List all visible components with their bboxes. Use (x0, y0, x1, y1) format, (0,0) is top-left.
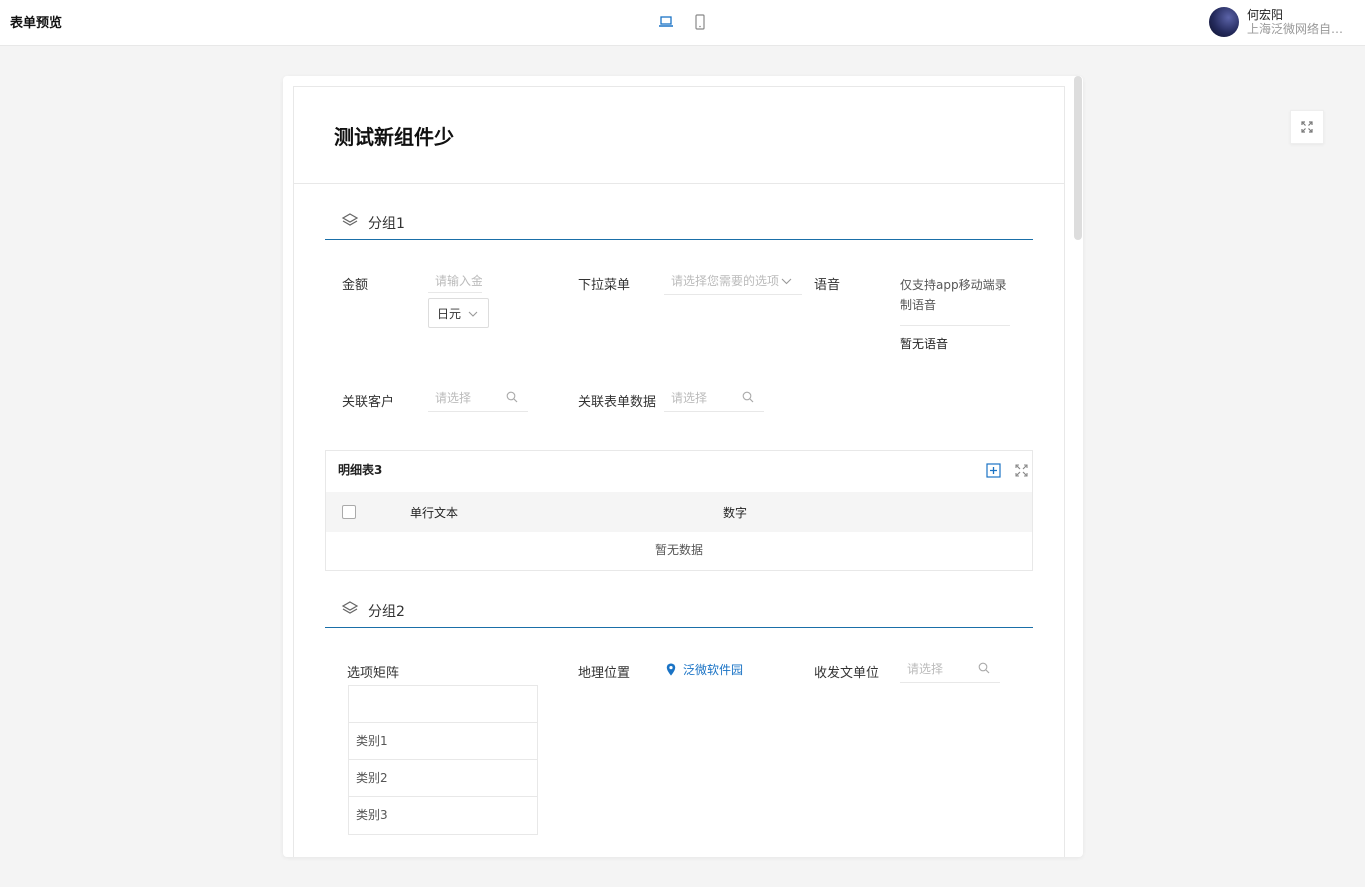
form-card: 测试新组件少 分组1 金额 请输入金额 日元 下拉菜单 请选择您需要的选项 (283, 76, 1083, 857)
matrix-row: 类别3 (356, 808, 388, 822)
amount-input[interactable]: 请输入金额 (428, 269, 482, 293)
units-placeholder: 请选择 (907, 662, 944, 676)
laptop-icon (659, 16, 673, 27)
user-name: 何宏阳 (1247, 8, 1284, 22)
detail-table-empty: 暂无数据 (654, 543, 703, 557)
column-header-number: 数字 (723, 506, 748, 520)
amount-placeholder: 请输入金额 (435, 274, 482, 288)
detail-table: 明细表3 单行文本 数字 暂无数据 (325, 450, 1033, 571)
detail-table-title: 明细表3 (338, 463, 383, 477)
dropdown-select[interactable]: 请选择您需要的选项 (664, 269, 802, 295)
chevron-down-icon (781, 278, 792, 285)
detail-table-header: 单行文本 数字 (326, 492, 1032, 532)
page-title: 表单预览 (10, 16, 63, 31)
voice-divider (900, 325, 1010, 326)
option-matrix: 类别1 类别2 类别3 (348, 685, 538, 835)
search-icon[interactable] (978, 662, 990, 674)
form-data-placeholder: 请选择 (671, 391, 708, 405)
map-pin-icon (666, 663, 676, 676)
dropdown-label: 下拉菜单 (578, 278, 631, 293)
column-header-text: 单行文本 (410, 506, 459, 520)
customer-placeholder: 请选择 (435, 391, 472, 405)
search-icon[interactable] (506, 391, 518, 403)
add-row-icon[interactable] (986, 463, 1001, 478)
customer-label: 关联客户 (342, 395, 395, 410)
group-1-header[interactable]: 分组1 (325, 202, 1033, 240)
layers-icon (341, 601, 359, 614)
layers-icon (341, 213, 359, 226)
group-1-label: 分组1 (368, 216, 405, 232)
group-2-header[interactable]: 分组2 (325, 590, 1033, 628)
title-divider (294, 183, 1064, 184)
customer-picker[interactable]: 请选择 (428, 386, 528, 412)
form-title: 测试新组件少 (334, 125, 454, 149)
matrix-row: 类别1 (349, 723, 537, 760)
amount-label: 金额 (342, 278, 369, 293)
matrix-header-row (349, 686, 537, 723)
user-menu[interactable]: 何宏阳 上海泛微网络自动化有限公司 (1209, 7, 1345, 37)
location-text: 泛微软件园 (683, 663, 744, 677)
expand-icon (1301, 121, 1313, 133)
user-org: 上海泛微网络自动化有限公司 (1247, 22, 1345, 36)
matrix-label: 选项矩阵 (347, 666, 400, 681)
search-icon[interactable] (742, 391, 754, 403)
mobile-view-button[interactable] (690, 12, 710, 32)
form-data-picker[interactable]: 请选择 (664, 386, 764, 412)
voice-empty: 暂无语音 (900, 337, 949, 351)
matrix-row: 类别2 (349, 760, 537, 797)
avatar (1209, 7, 1239, 37)
select-all-checkbox[interactable] (342, 505, 356, 519)
currency-select[interactable]: 日元 (428, 298, 489, 328)
chevron-down-icon (468, 311, 478, 317)
top-bar: 表单预览 何宏阳 上海泛微网络自动化有限公司 (0, 0, 1365, 46)
expand-icon[interactable] (1015, 464, 1028, 477)
mobile-icon (695, 14, 705, 30)
units-picker[interactable]: 请选择 (900, 657, 1000, 683)
form-body: 测试新组件少 分组1 金额 请输入金额 日元 下拉菜单 请选择您需要的选项 (293, 86, 1065, 857)
group-2-label: 分组2 (368, 604, 405, 620)
voice-note: 仅支持app移动端录制语音 (900, 278, 1007, 312)
currency-value: 日元 (437, 306, 462, 321)
voice-label: 语音 (814, 278, 841, 293)
units-label: 收发文单位 (814, 666, 880, 681)
desktop-view-button[interactable] (656, 12, 676, 32)
location-value[interactable]: 泛微软件园 (666, 661, 743, 678)
form-data-label: 关联表单数据 (578, 395, 657, 410)
location-label: 地理位置 (578, 666, 631, 681)
dropdown-placeholder: 请选择您需要的选项 (671, 274, 780, 288)
form-scrollbar[interactable] (1074, 76, 1082, 240)
fullscreen-button[interactable] (1290, 110, 1324, 144)
